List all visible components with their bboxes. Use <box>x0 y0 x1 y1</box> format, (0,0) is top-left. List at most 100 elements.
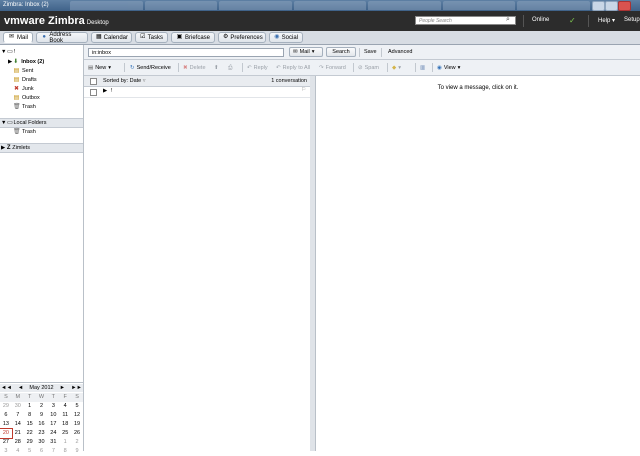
tab-briefcase[interactable]: ▣ Briefcase <box>171 32 215 43</box>
tab-calendar[interactable]: ▦ Calendar <box>91 32 132 43</box>
calendar-day[interactable]: 18 <box>59 420 71 429</box>
calendar-day[interactable]: 30 <box>12 402 24 411</box>
calendar-day[interactable]: 5 <box>24 447 36 456</box>
search-button[interactable]: Search <box>326 47 356 57</box>
tab-mail[interactable]: ✉ Mail <box>3 32 33 43</box>
folder-outbox[interactable]: ▤ Outbox <box>0 94 83 102</box>
people-search-input[interactable]: People Search <box>415 16 516 25</box>
calendar-day[interactable]: 7 <box>47 447 59 456</box>
calendar-day[interactable]: 8 <box>59 447 71 456</box>
folder-sent[interactable]: ▤ Sent <box>0 67 83 75</box>
row-subject: ! <box>111 88 113 94</box>
calendar-day[interactable]: 6 <box>0 411 12 420</box>
calendar-day[interactable]: 15 <box>24 420 36 429</box>
prev-year-icon[interactable]: ◄◄ <box>0 385 13 391</box>
account-node[interactable]: ▼ ▭ ! <box>0 48 83 56</box>
search-input[interactable]: in:inbox <box>88 48 284 57</box>
folder-drafts[interactable]: ▤ Drafts <box>0 76 83 84</box>
mail-icon: ✉ <box>293 49 298 55</box>
next-month-icon[interactable]: ► <box>59 385 66 391</box>
calendar-day[interactable]: 12 <box>71 411 83 420</box>
calendar-day[interactable]: 1 <box>24 402 36 411</box>
online-status[interactable]: Online <box>532 17 549 23</box>
calendar-day[interactable]: 6 <box>36 447 48 456</box>
calendar-day[interactable]: 22 <box>24 429 36 438</box>
calendar-day[interactable]: 3 <box>47 402 59 411</box>
folder-trash[interactable]: 🗑 Trash <box>0 103 83 111</box>
tab-address-book[interactable]: ● Address Book <box>36 32 88 44</box>
calendar-day[interactable]: 16 <box>36 420 48 429</box>
maximize-button[interactable] <box>605 1 618 11</box>
prev-month-icon[interactable]: ◄ <box>17 385 24 391</box>
calendar-day[interactable]: 21 <box>12 429 24 438</box>
calendar-day[interactable]: 25 <box>59 429 71 438</box>
minimize-button[interactable] <box>592 1 605 11</box>
chevron-down-icon[interactable]: ▾ <box>108 65 111 71</box>
close-button[interactable] <box>618 1 631 11</box>
tab-social[interactable]: ◉ Social <box>269 32 303 43</box>
calendar-day[interactable]: 3 <box>0 447 12 456</box>
calendar-day[interactable]: 2 <box>71 438 83 447</box>
zimlets-header[interactable]: ▶ Z Zimlets <box>0 143 83 153</box>
folder-trash-label: Trash <box>22 104 36 110</box>
calendar-day[interactable]: 1 <box>59 438 71 447</box>
tab-preferences[interactable]: ⚙ Preferences <box>218 32 266 43</box>
reply-button[interactable]: ↶ Reply <box>247 63 268 73</box>
calendar-day[interactable]: 31 <box>47 438 59 447</box>
calendar-day[interactable]: 4 <box>59 402 71 411</box>
calendar-day[interactable]: 13 <box>0 420 12 429</box>
forward-button[interactable]: ↷ Forward <box>319 63 346 73</box>
reply-all-button[interactable]: ↶ Reply to All <box>276 63 310 73</box>
next-year-icon[interactable]: ►► <box>70 385 83 391</box>
calendar-day[interactable]: 10 <box>47 411 59 420</box>
local-folders-header[interactable]: ▼ ▭ Local Folders <box>0 118 83 128</box>
help-menu[interactable]: Help ▾ <box>598 17 615 24</box>
search-scope-dropdown[interactable]: ✉ Mail ▾ <box>289 47 323 57</box>
folder-inbox[interactable]: ▶ ⬇ Inbox (2) <box>0 58 83 66</box>
calendar-day[interactable]: 23 <box>36 429 48 438</box>
tab-tasks[interactable]: ☑ Tasks <box>135 32 168 43</box>
folder-junk[interactable]: ✖ Junk <box>0 85 83 93</box>
expand-conversation-icon[interactable]: ▶ <box>103 88 107 94</box>
calendar-day[interactable]: 9 <box>36 411 48 420</box>
search-icon[interactable]: ⌕ <box>506 16 510 24</box>
contacts-icon: ● <box>42 34 46 40</box>
calendar-day[interactable]: 19 <box>71 420 83 429</box>
advanced-search-button[interactable]: Advanced <box>388 47 412 57</box>
spam-button[interactable]: ⊘ Spam <box>358 63 379 73</box>
print-icon[interactable]: ⎙ <box>228 63 232 73</box>
calendar-day[interactable]: 14 <box>12 420 24 429</box>
row-checkbox[interactable] <box>90 89 97 96</box>
calendar-day[interactable]: 7 <box>12 411 24 420</box>
select-all-checkbox[interactable] <box>90 78 97 85</box>
calendar-day[interactable]: 5 <box>71 402 83 411</box>
calendar-day[interactable]: 11 <box>59 411 71 420</box>
reading-pane-icon[interactable]: ▥ <box>420 63 425 73</box>
calendar-day[interactable]: 24 <box>47 429 59 438</box>
calendar-day[interactable]: 17 <box>47 420 59 429</box>
calendar-day[interactable]: 20 <box>0 428 13 439</box>
calendar-day[interactable]: 9 <box>71 447 83 456</box>
new-message-button[interactable]: ▤ New ▾ <box>88 63 111 73</box>
tag-button[interactable]: ◆ ▾ <box>392 63 401 73</box>
delete-button[interactable]: ✖ Delete <box>183 63 206 73</box>
view-button[interactable]: ◉ View ▾ <box>437 63 460 73</box>
calendar-day[interactable]: 29 <box>24 438 36 447</box>
calendar-day[interactable]: 4 <box>12 447 24 456</box>
conversation-row[interactable]: ▶ ! ⚐ <box>84 87 310 98</box>
calendar-day[interactable]: 27 <box>0 438 12 447</box>
calendar-day[interactable]: 30 <box>36 438 48 447</box>
calendar-day[interactable]: 29 <box>0 402 12 411</box>
sent-icon: ▤ <box>13 68 20 74</box>
setup-link[interactable]: Setup <box>624 17 640 23</box>
calendar-day[interactable]: 8 <box>24 411 36 420</box>
calendar-day[interactable]: 2 <box>36 402 48 411</box>
send-receive-button[interactable]: ↻ Send/Receive <box>130 63 171 73</box>
sort-header[interactable]: Sorted by: Date ▿ <box>103 78 146 84</box>
local-folder-trash[interactable]: 🗑 Trash <box>0 128 83 136</box>
flag-icon[interactable]: ⚐ <box>301 87 306 93</box>
save-search-button[interactable]: Save <box>364 47 377 57</box>
calendar-day[interactable]: 28 <box>12 438 24 447</box>
calendar-day[interactable]: 26 <box>71 429 83 438</box>
move-icon[interactable]: ⬆ <box>214 63 219 73</box>
